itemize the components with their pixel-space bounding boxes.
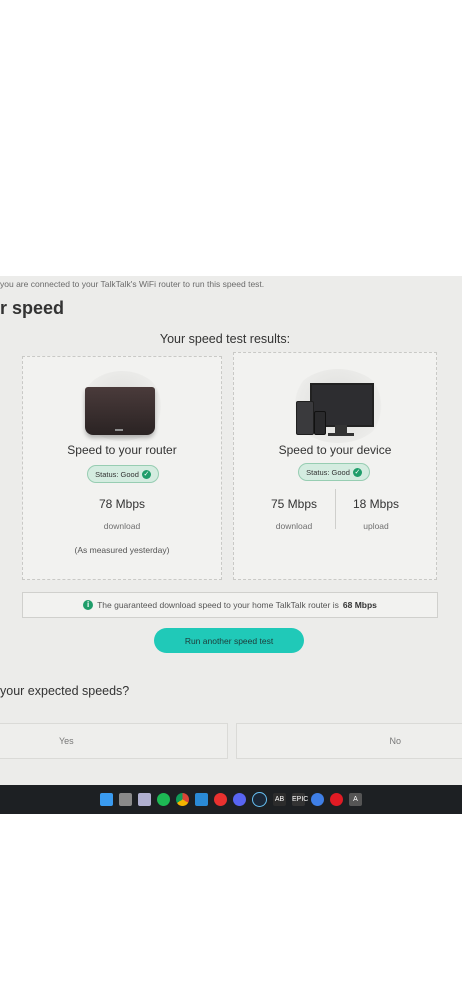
opera-icon[interactable]: [214, 793, 227, 806]
spotify-icon[interactable]: [157, 793, 170, 806]
device-status-badge: Status: Good ✓: [298, 463, 370, 481]
run-speed-test-button[interactable]: Run another speed test: [154, 628, 304, 653]
router-speed-card: Speed to your router Status: Good ✓ 78 M…: [22, 356, 222, 580]
windows-taskbar: AB EPIC A: [0, 785, 462, 814]
device-speed-card: Speed to your device Status: Good ✓ 75 M…: [233, 352, 437, 580]
guaranteed-speed-text: The guaranteed download speed to your ho…: [97, 600, 339, 610]
router-status-badge: Status: Good ✓: [87, 465, 159, 483]
snipping-icon[interactable]: [138, 793, 151, 806]
check-icon: ✓: [141, 469, 151, 479]
router-footnote: (As measured yesterday): [74, 545, 170, 555]
connection-notice: you are connected to your TalkTalk's WiF…: [0, 279, 265, 289]
device-download-label: download: [275, 521, 313, 531]
steam-icon[interactable]: [252, 792, 267, 807]
device-upload-value: 18 Mbps: [352, 497, 400, 511]
answer-yes-button[interactable]: Yes: [0, 723, 228, 759]
expected-speeds-question: your expected speeds?: [0, 684, 130, 698]
check-icon: ✓: [352, 467, 362, 477]
guaranteed-speed-value: 68 Mbps: [342, 600, 377, 610]
mail-icon[interactable]: [195, 793, 208, 806]
answer-yes-label: Yes: [59, 736, 74, 746]
page-title: r speed: [0, 298, 65, 318]
app-a-icon[interactable]: A: [349, 793, 362, 806]
router-status-text: Status: Good: [95, 469, 139, 479]
browser-icon[interactable]: [311, 793, 324, 806]
device-upload-label: upload: [363, 521, 389, 531]
monitor-stand: [335, 425, 347, 433]
device-card-title: Speed to your device: [278, 443, 392, 457]
device-status-text: Status: Good: [306, 467, 350, 477]
router-card-title: Speed to your router: [67, 443, 177, 457]
info-icon: i: [83, 600, 94, 610]
device-download-value: 75 Mbps: [270, 497, 318, 511]
phone-image: [314, 411, 326, 435]
windows-start-icon[interactable]: [100, 793, 113, 806]
answer-no-label: No: [389, 736, 401, 746]
monitor-stand-base: [328, 433, 354, 436]
chrome-icon[interactable]: [176, 793, 189, 806]
file-explorer-icon[interactable]: [119, 793, 132, 806]
router-download-value: 78 Mbps: [98, 497, 146, 511]
router-download-label: download: [103, 521, 141, 531]
metric-divider: [335, 489, 336, 529]
tablet-image: [296, 401, 314, 435]
antivirus-icon[interactable]: [330, 793, 343, 806]
epic-games-icon[interactable]: EPIC: [292, 793, 308, 806]
results-title: Your speed test results:: [159, 332, 291, 346]
guaranteed-speed-info: i The guaranteed download speed to your …: [22, 592, 438, 618]
browser-viewport: you are connected to your TalkTalk's WiF…: [0, 276, 462, 814]
app-ab-icon[interactable]: AB: [273, 793, 286, 806]
answer-no-button[interactable]: No: [236, 723, 462, 759]
router-image: [85, 387, 155, 435]
discord-icon[interactable]: [233, 793, 246, 806]
